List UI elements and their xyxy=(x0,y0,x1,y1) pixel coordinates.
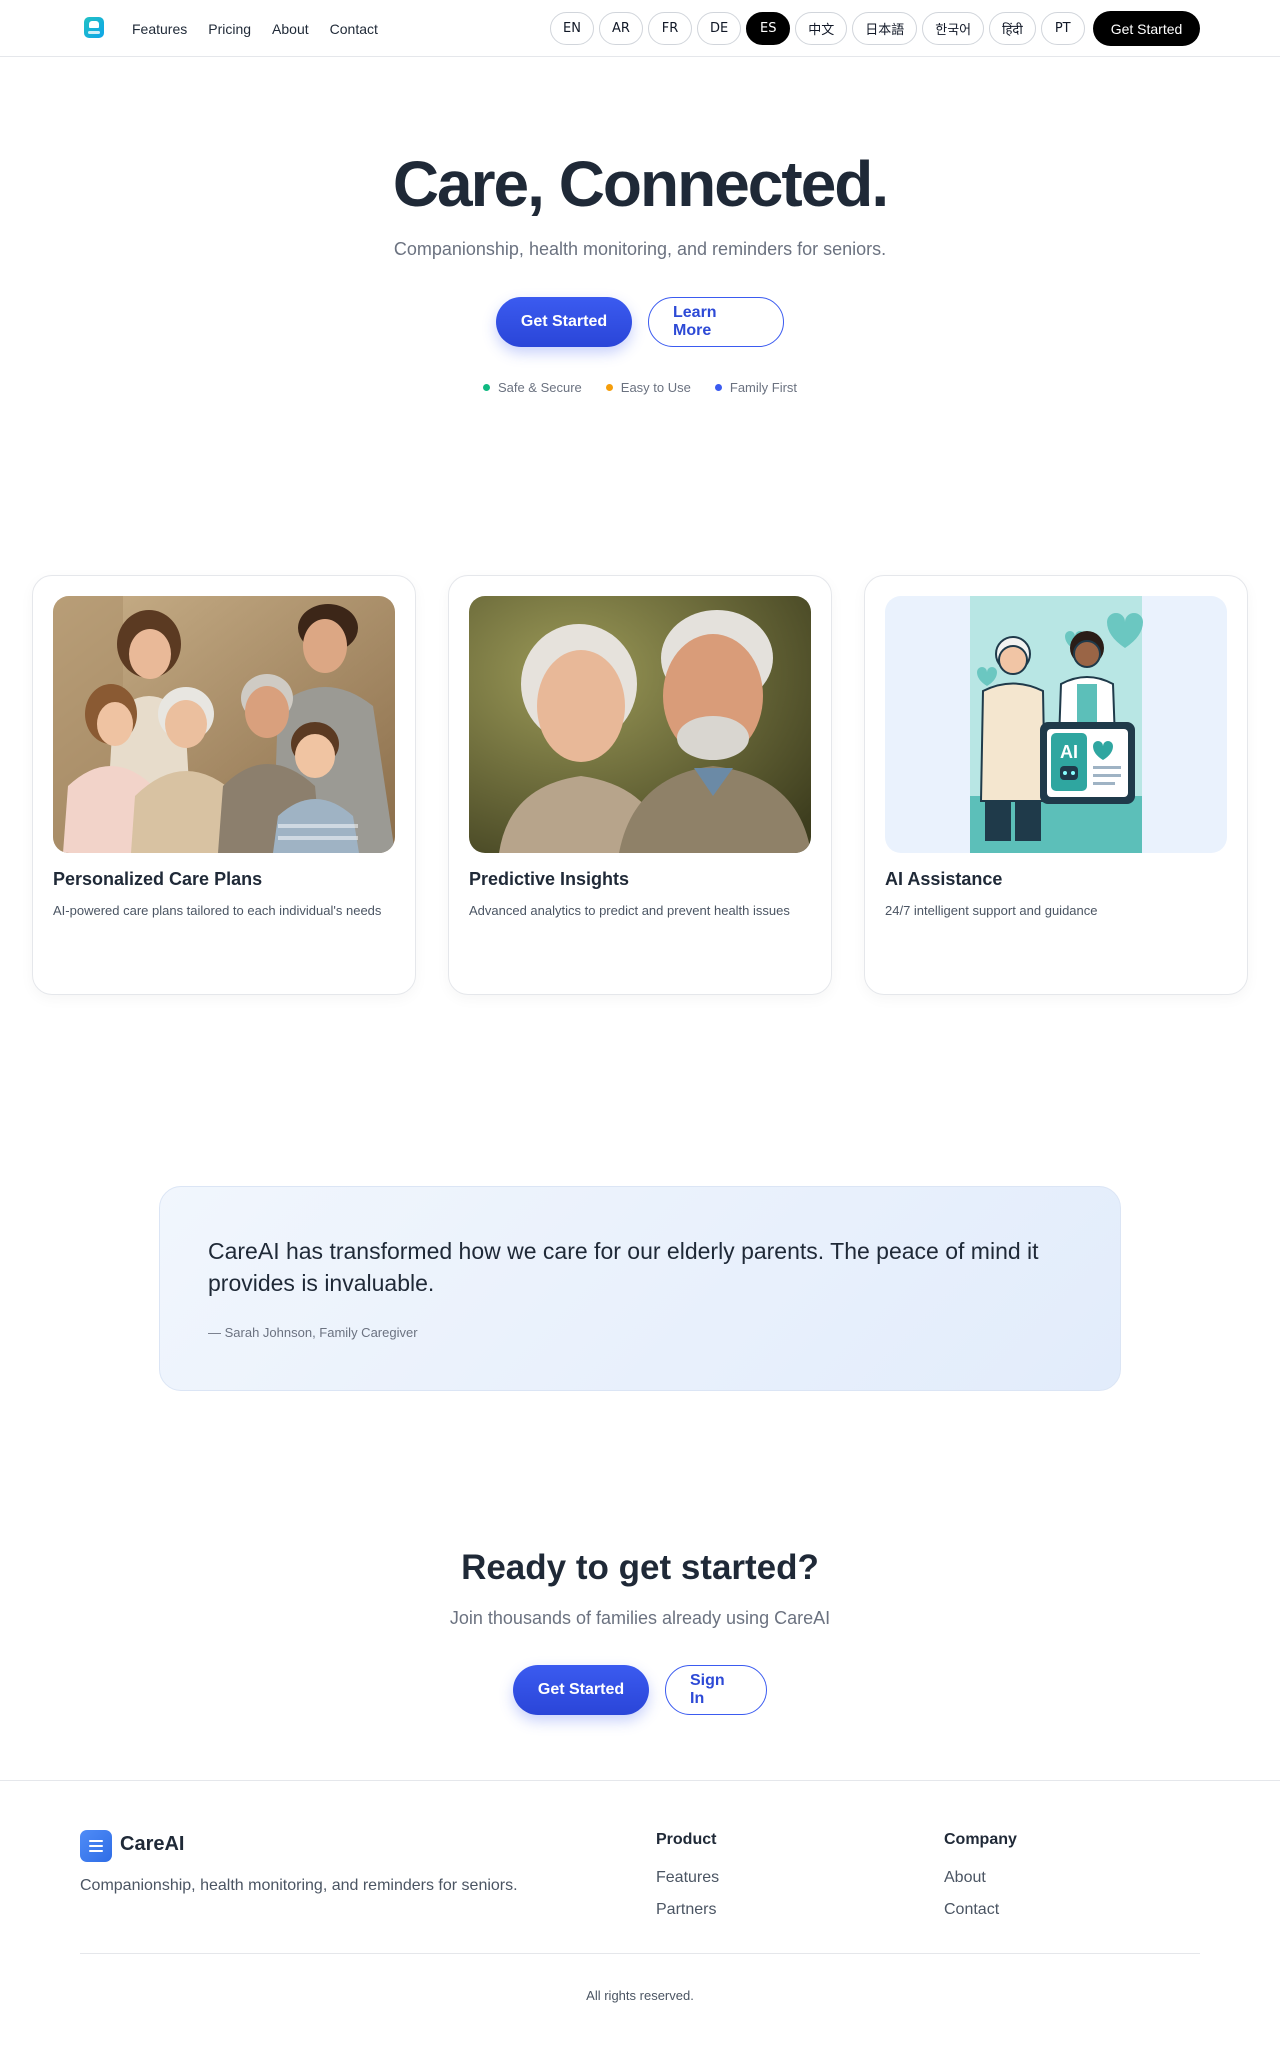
nav-features-link[interactable]: Features xyxy=(132,19,187,39)
testimonial-author: — Sarah Johnson, Family Caregiver xyxy=(208,1325,418,1340)
lang-ja-button[interactable]: 日本語 xyxy=(852,12,918,45)
lang-zh-button[interactable]: 中文 xyxy=(795,12,848,45)
badge-label: Family First xyxy=(729,380,798,395)
blue-dot-icon xyxy=(714,384,722,391)
lang-pt-button[interactable]: PT xyxy=(1040,12,1085,45)
site-footer: CareAI Companionship, health monitoring,… xyxy=(0,1780,1280,2055)
badge-family-first: Family First xyxy=(714,380,798,395)
hero-title: Care, Connected. xyxy=(392,148,889,220)
feature-title: Predictive Insights xyxy=(469,869,630,889)
lang-en-button[interactable]: EN xyxy=(550,12,594,45)
badge-label: Easy to Use xyxy=(620,380,691,395)
lang-es-button[interactable]: ES xyxy=(746,12,791,45)
careai-logo-icon[interactable] xyxy=(80,1830,112,1862)
footer-column-heading: Product xyxy=(656,1831,717,1848)
cta-get-started-button[interactable]: Get Started xyxy=(513,1665,649,1715)
lang-fr-button[interactable]: FR xyxy=(648,12,692,45)
testimonial-quote: CareAI has transformed how we care for o… xyxy=(208,1238,1039,1296)
header-get-started-button[interactable]: Get Started xyxy=(1093,11,1200,46)
footer-features-link[interactable]: Features xyxy=(656,1862,719,1894)
lang-de-button[interactable]: DE xyxy=(697,12,742,45)
cta-actions: Get Started Sign In xyxy=(0,1665,1280,1715)
orange-dot-icon xyxy=(605,384,613,391)
lang-ar-button[interactable]: AR xyxy=(599,12,643,45)
footer-column-heading: Company xyxy=(944,1831,1017,1848)
badge-label: Safe & Secure xyxy=(497,380,582,395)
copyright-text: All rights reserved. xyxy=(586,1988,694,2003)
hero-subtitle: Companionship, health monitoring, and re… xyxy=(393,239,887,259)
badge-safe-secure: Safe & Secure xyxy=(482,380,582,395)
language-switcher: EN AR FR DE ES 中文 日本語 한국어 हिंदी PT xyxy=(550,12,1085,45)
feature-card-ai-assistance[interactable]: AI AI Assistance 24/7 intelligent suppor… xyxy=(864,575,1248,995)
green-dot-icon xyxy=(482,384,490,391)
footer-company-column: Company About Contact xyxy=(944,1831,1017,1926)
family-photo xyxy=(53,596,395,853)
cta-sign-in-button[interactable]: Sign In xyxy=(665,1665,767,1715)
hero-learn-more-button[interactable]: Learn More xyxy=(648,297,784,347)
feature-card-care-plans[interactable]: Personalized Care Plans AI-powered care … xyxy=(32,575,416,995)
ai-screen-label: AI xyxy=(1060,742,1078,762)
lang-ko-button[interactable]: 한국어 xyxy=(922,12,985,45)
hero-actions: Get Started Learn More xyxy=(0,297,1280,347)
feature-card-predictive-insights[interactable]: Predictive Insights Advanced analytics t… xyxy=(448,575,832,995)
footer-partners-link[interactable]: Partners xyxy=(656,1894,719,1926)
nav-pricing-link[interactable]: Pricing xyxy=(208,19,251,39)
careai-logo-icon[interactable] xyxy=(84,17,104,38)
hero-get-started-button[interactable]: Get Started xyxy=(496,297,632,347)
feature-description: Advanced analytics to predict and preven… xyxy=(469,903,790,918)
footer-tagline: Companionship, health monitoring, and re… xyxy=(80,1877,518,1894)
feature-description: AI-powered care plans tailored to each i… xyxy=(53,903,382,918)
cta-title: Ready to get started? xyxy=(461,1548,819,1587)
nav-about-link[interactable]: About xyxy=(272,19,309,39)
cta-subtitle: Join thousands of families already using… xyxy=(449,1608,831,1628)
main-nav: Features Pricing About Contact xyxy=(132,19,378,39)
ai-doctor-illustration: AI xyxy=(885,596,1227,853)
footer-brand: CareAI xyxy=(120,1833,185,1855)
elderly-couple-photo xyxy=(469,596,811,853)
footer-contact-link[interactable]: Contact xyxy=(944,1894,1017,1926)
feature-title: Personalized Care Plans xyxy=(53,869,263,889)
nav-contact-link[interactable]: Contact xyxy=(330,19,378,39)
badge-easy-to-use: Easy to Use xyxy=(605,380,691,395)
feature-description: 24/7 intelligent support and guidance xyxy=(885,903,1098,918)
testimonial-card: CareAI has transformed how we care for o… xyxy=(159,1186,1121,1391)
feature-title: AI Assistance xyxy=(885,869,1003,889)
footer-product-column: Product Features Partners xyxy=(656,1831,719,1926)
lang-hi-button[interactable]: हिंदी xyxy=(989,12,1036,45)
trust-badges: Safe & Secure Easy to Use Family First xyxy=(0,380,1280,395)
footer-divider xyxy=(80,1953,1200,1954)
top-header: Features Pricing About Contact EN AR FR … xyxy=(0,0,1280,57)
footer-about-link[interactable]: About xyxy=(944,1862,1017,1894)
